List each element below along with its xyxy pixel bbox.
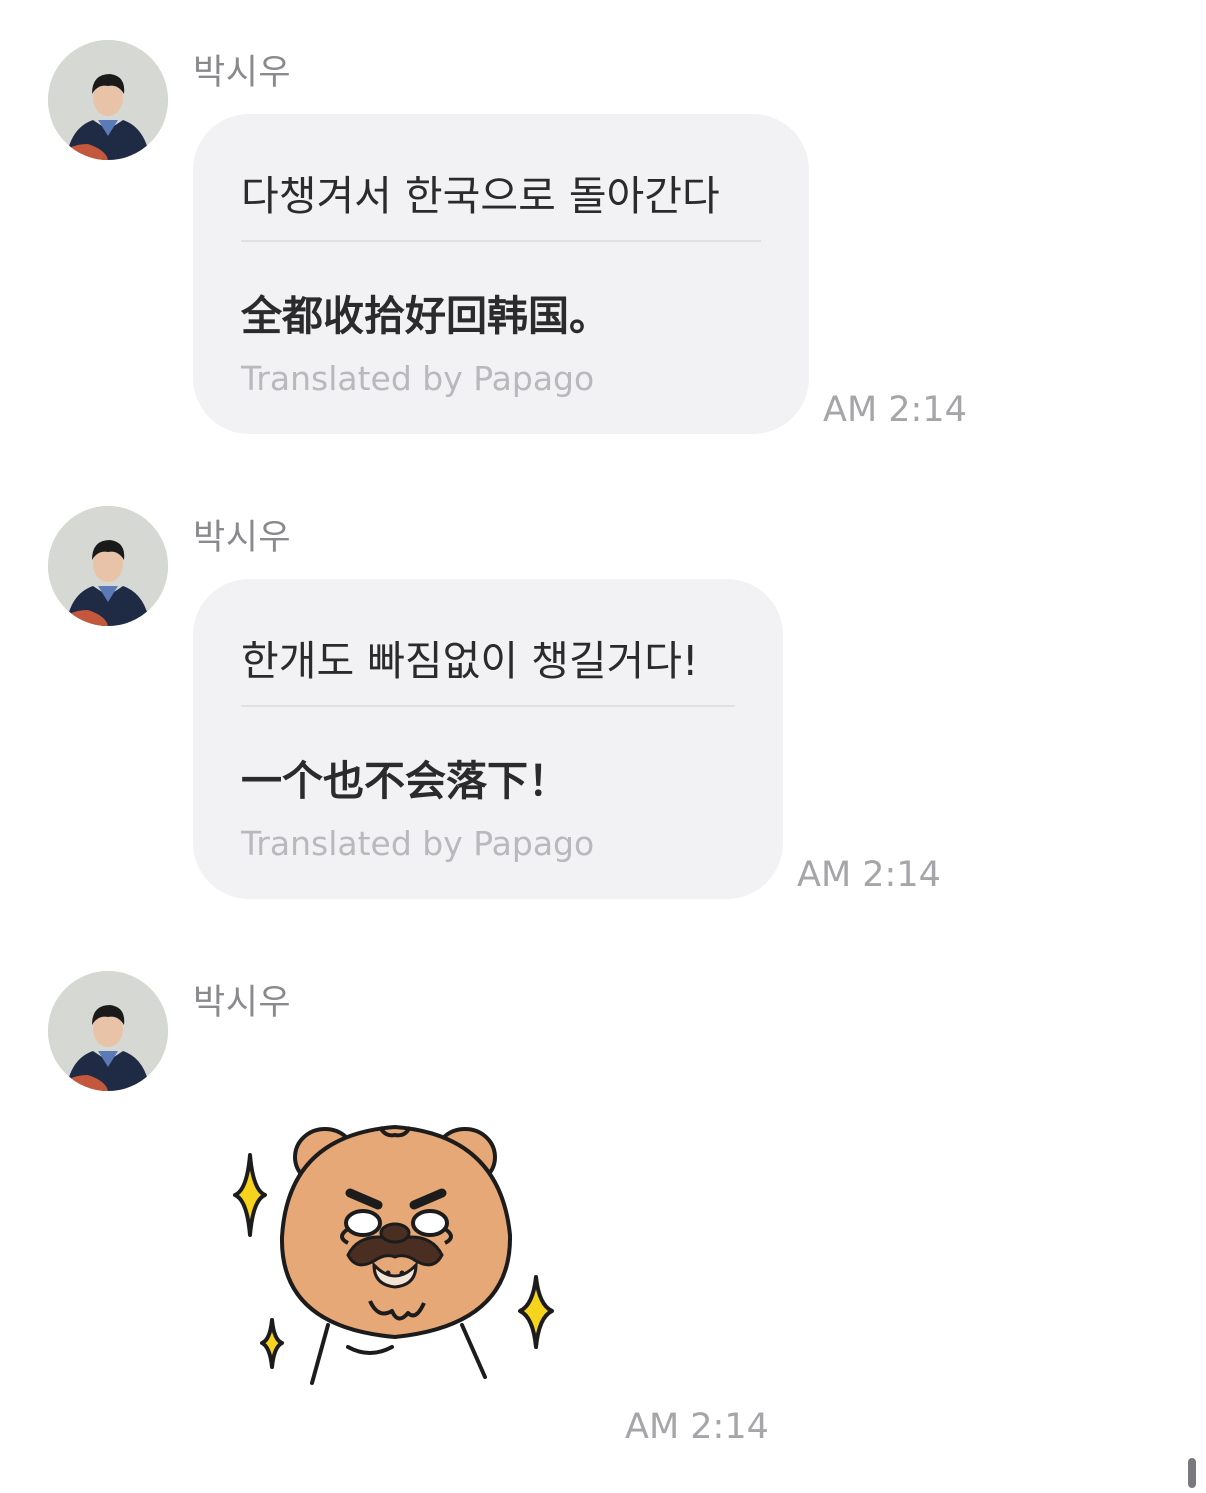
sender-name: 박시우 xyxy=(193,53,292,93)
divider xyxy=(241,705,735,707)
message-time: AM 2:14 xyxy=(823,390,967,430)
translated-text: 一个也不会落下！ xyxy=(241,757,569,805)
sender-avatar[interactable] xyxy=(48,971,168,1091)
scrollbar[interactable] xyxy=(1188,1458,1196,1488)
profile-photo-icon xyxy=(48,506,168,626)
message-bubble[interactable]: 한개도 빠짐없이 챙길거다! 一个也不会落下！ Translated by Pa… xyxy=(193,579,783,899)
translated-text: 全都收拾好回韩国。 xyxy=(241,292,610,340)
original-text: 한개도 빠짐없이 챙길거다! xyxy=(241,637,699,685)
sender-avatar[interactable] xyxy=(48,40,168,160)
sender-avatar[interactable] xyxy=(48,506,168,626)
message-time: AM 2:14 xyxy=(625,1407,769,1447)
chat-screen: 박시우 다챙겨서 한국으로 돌아간다 全都收拾好回韩国。 Translated … xyxy=(0,0,1206,1493)
divider xyxy=(241,240,761,242)
bear-sticker-icon xyxy=(233,1124,554,1385)
profile-photo-icon xyxy=(48,971,168,1091)
translation-credit: Translated by Papago xyxy=(241,359,595,398)
message-bubble[interactable]: 다챙겨서 한국으로 돌아간다 全都收拾好回韩国。 Translated by P… xyxy=(193,114,809,434)
bear-mustache-sticker[interactable] xyxy=(220,1115,570,1390)
original-text: 다챙겨서 한국으로 돌아간다 xyxy=(241,172,720,220)
translation-credit: Translated by Papago xyxy=(241,824,595,863)
sender-name: 박시우 xyxy=(193,518,292,558)
sender-name: 박시우 xyxy=(193,983,292,1023)
profile-photo-icon xyxy=(48,40,168,160)
message-time: AM 2:14 xyxy=(797,855,941,895)
